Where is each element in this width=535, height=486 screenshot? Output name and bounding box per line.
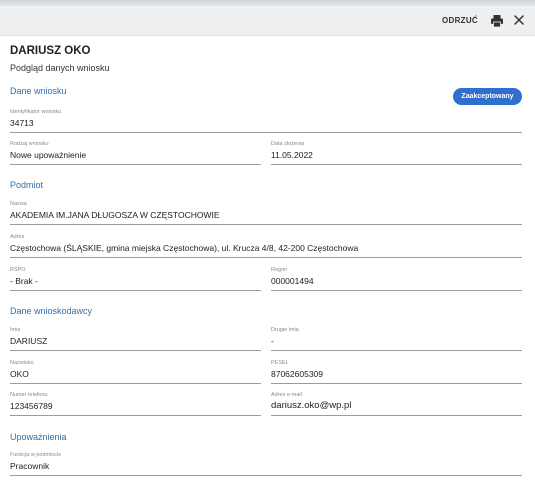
field-value: 34713 bbox=[10, 118, 34, 128]
printer-icon[interactable] bbox=[490, 14, 504, 28]
field-value: 000001494 bbox=[271, 276, 314, 286]
field-label: Nazwa bbox=[10, 201, 27, 207]
field-value: 11.05.2022 bbox=[271, 150, 313, 160]
field-first-name: Imię DARIUSZ bbox=[10, 327, 261, 351]
field-application-type: Rodzaj wniosku Nowe upoważnienie bbox=[10, 141, 261, 165]
field-label: Adres e-mail bbox=[271, 392, 302, 398]
field-entity-address: Adres Częstochowa (ŚLĄSKIE, gmina miejsk… bbox=[10, 234, 522, 258]
field-email: Adres e-mail dariusz.oko@wp.pl bbox=[271, 392, 522, 416]
field-label: Numer telefonu bbox=[10, 392, 48, 398]
field-value: 123456789 bbox=[10, 401, 53, 411]
toolbar: ODRZUĆ bbox=[0, 6, 535, 36]
field-label: Imię bbox=[10, 327, 21, 333]
field-submission-date: Data złożenia 11.05.2022 bbox=[271, 141, 522, 165]
field-label: Adres bbox=[10, 234, 25, 240]
field-entity-name: Nazwa AKADEMIA IM.JANA DŁUGOSZA W CZĘSTO… bbox=[10, 201, 522, 225]
section-applicant: Dane wnioskodawcy bbox=[10, 306, 93, 316]
field-value: dariusz.oko@wp.pl bbox=[271, 400, 352, 411]
field-label: Rodzaj wniosku bbox=[10, 141, 49, 147]
field-value: Częstochowa (ŚLĄSKIE, gmina miejska Częs… bbox=[10, 243, 359, 253]
field-label: Regon bbox=[271, 267, 288, 273]
field-value: Nowe upoważnienie bbox=[10, 150, 87, 160]
field-value: DARIUSZ bbox=[10, 336, 48, 346]
field-second-name: Drugie imię - bbox=[271, 327, 522, 351]
section-entity: Podmiot bbox=[10, 180, 44, 190]
field-label: Funkcja w podmiocie bbox=[10, 452, 62, 458]
field-value: OKO bbox=[10, 369, 29, 379]
field-value: 87062605309 bbox=[271, 369, 324, 379]
field-function: Funkcja w podmiocie Pracownik bbox=[10, 452, 522, 476]
page-title: DARIUSZ OKO bbox=[10, 45, 91, 57]
page-subtitle: Podgląd danych wniosku bbox=[10, 63, 110, 73]
status-badge[interactable]: Zaakceptowany bbox=[453, 88, 522, 105]
field-pesel: PESEL 87062605309 bbox=[271, 360, 522, 384]
field-label: Nazwisko bbox=[10, 360, 34, 366]
field-last-name: Nazwisko OKO bbox=[10, 360, 261, 384]
field-value: - bbox=[271, 336, 274, 346]
application-preview-card: DARIUSZ OKO Podgląd danych wniosku Dane … bbox=[0, 36, 535, 486]
field-label: PESEL bbox=[271, 360, 289, 366]
field-rspo: RSPO - Brak - bbox=[10, 267, 261, 291]
field-regon: Regon 000001494 bbox=[271, 267, 522, 291]
discard-button[interactable]: ODRZUĆ bbox=[442, 16, 478, 25]
field-phone: Numer telefonu 123456789 bbox=[10, 392, 261, 416]
section-application-data: Dane wniosku bbox=[10, 86, 67, 96]
field-label: Data złożenia bbox=[271, 141, 305, 147]
field-value: Pracownik bbox=[10, 461, 50, 471]
field-label: Identyfikator wniosku bbox=[10, 109, 62, 115]
close-icon[interactable] bbox=[513, 14, 525, 26]
field-value: - Brak - bbox=[10, 276, 38, 286]
field-label: RSPO bbox=[10, 267, 26, 273]
field-label: Drugie imię bbox=[271, 327, 299, 333]
section-authorization: Upoważnienia bbox=[10, 432, 67, 442]
field-value: AKADEMIA IM.JANA DŁUGOSZA W CZĘSTOCHOWIE bbox=[10, 210, 220, 220]
field-application-id: Identyfikator wniosku 34713 bbox=[10, 109, 522, 133]
